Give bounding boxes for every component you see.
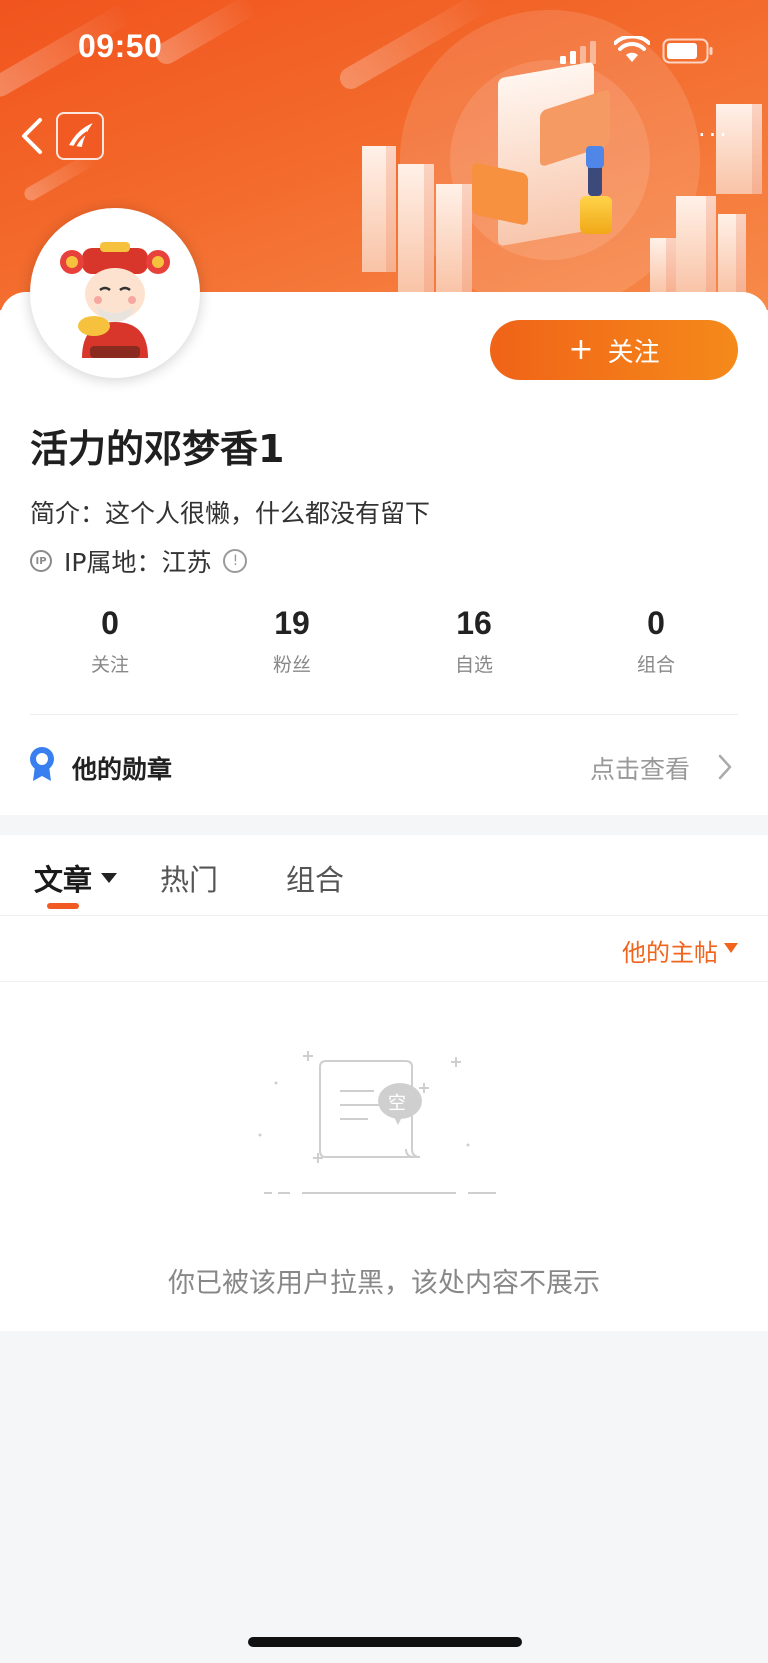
back-icon[interactable] xyxy=(18,114,46,158)
tab-articles[interactable]: 文章 xyxy=(34,857,92,899)
stat-portfolios[interactable]: 0 组合 xyxy=(596,602,716,677)
plus-icon: + xyxy=(568,332,594,367)
stat-value: 19 xyxy=(274,605,310,641)
caret-down-icon[interactable] xyxy=(724,943,738,953)
stat-value: 0 xyxy=(647,605,665,641)
battery-icon xyxy=(662,38,713,64)
medals-title: 他的勋章 xyxy=(72,755,173,784)
divider xyxy=(0,981,768,982)
bio-text: 简介：这个人很懒，什么都没有留下 xyxy=(30,499,431,528)
content-panel: 文章 热门 组合 他的主帖 空 你已被该用户拉黑，该处内容不展示 xyxy=(0,835,768,1331)
stat-followers[interactable]: 19 粉丝 xyxy=(232,602,352,677)
banner-bar xyxy=(436,184,472,294)
filter-dropdown[interactable]: 他的主帖 xyxy=(622,933,718,968)
caret-down-icon[interactable] xyxy=(101,873,117,883)
ip-icon: IP xyxy=(30,550,52,572)
stats-row: 0 关注 19 粉丝 16 自选 0 组合 xyxy=(0,602,768,682)
avatar-cartoon xyxy=(60,242,170,358)
tab-active-indicator xyxy=(47,903,79,909)
ip-location-row: IP IP属地：江苏 ! xyxy=(30,545,248,577)
more-icon[interactable]: ··· xyxy=(684,120,744,150)
stat-label: 粉丝 xyxy=(272,654,311,676)
empty-state-message: 你已被该用户拉黑，该处内容不展示 xyxy=(168,1268,600,1299)
chevron-right-icon xyxy=(718,754,732,780)
signal-icon xyxy=(560,41,596,64)
wifi-icon xyxy=(614,36,650,62)
divider xyxy=(0,915,768,916)
medal-icon xyxy=(30,747,54,781)
banner-bar xyxy=(650,238,676,294)
stat-label: 关注 xyxy=(90,654,129,676)
empty-state-illustration xyxy=(258,1051,496,1194)
tab-popular[interactable]: 热门 xyxy=(160,857,218,899)
stat-following[interactable]: 0 关注 xyxy=(50,602,170,677)
banner-person-body xyxy=(586,146,604,168)
info-icon[interactable]: ! xyxy=(223,549,248,573)
follow-button[interactable]: + 关注 xyxy=(490,320,738,380)
follow-button-label: 关注 xyxy=(607,337,660,368)
app-logo-icon[interactable] xyxy=(56,112,104,160)
divider xyxy=(30,714,738,715)
ip-location-text: IP属地：江苏 xyxy=(64,548,212,577)
banner-bar xyxy=(718,214,746,294)
stat-watchlist[interactable]: 16 自选 xyxy=(414,602,534,677)
medals-view-link[interactable]: 点击查看 xyxy=(590,750,690,786)
app-logo-mark xyxy=(69,123,93,148)
username: 活力的邓梦香1 xyxy=(30,427,285,471)
empty-badge-text: 空 xyxy=(388,1093,406,1114)
avatar[interactable] xyxy=(30,208,200,378)
stat-value: 0 xyxy=(101,605,119,641)
medals-row[interactable]: 他的勋章 点击查看 xyxy=(0,730,768,800)
banner-bar xyxy=(398,164,434,294)
stat-label: 自选 xyxy=(454,654,493,676)
banner-bar xyxy=(676,196,716,294)
home-indicator[interactable] xyxy=(248,1637,522,1647)
banner-bar xyxy=(362,146,396,272)
banner-streak xyxy=(151,0,259,69)
stat-value: 16 xyxy=(456,605,492,641)
status-time: 09:50 xyxy=(78,28,163,64)
stat-label: 组合 xyxy=(636,654,675,676)
tab-portfolios[interactable]: 组合 xyxy=(286,857,344,899)
banner-coins xyxy=(580,196,612,234)
